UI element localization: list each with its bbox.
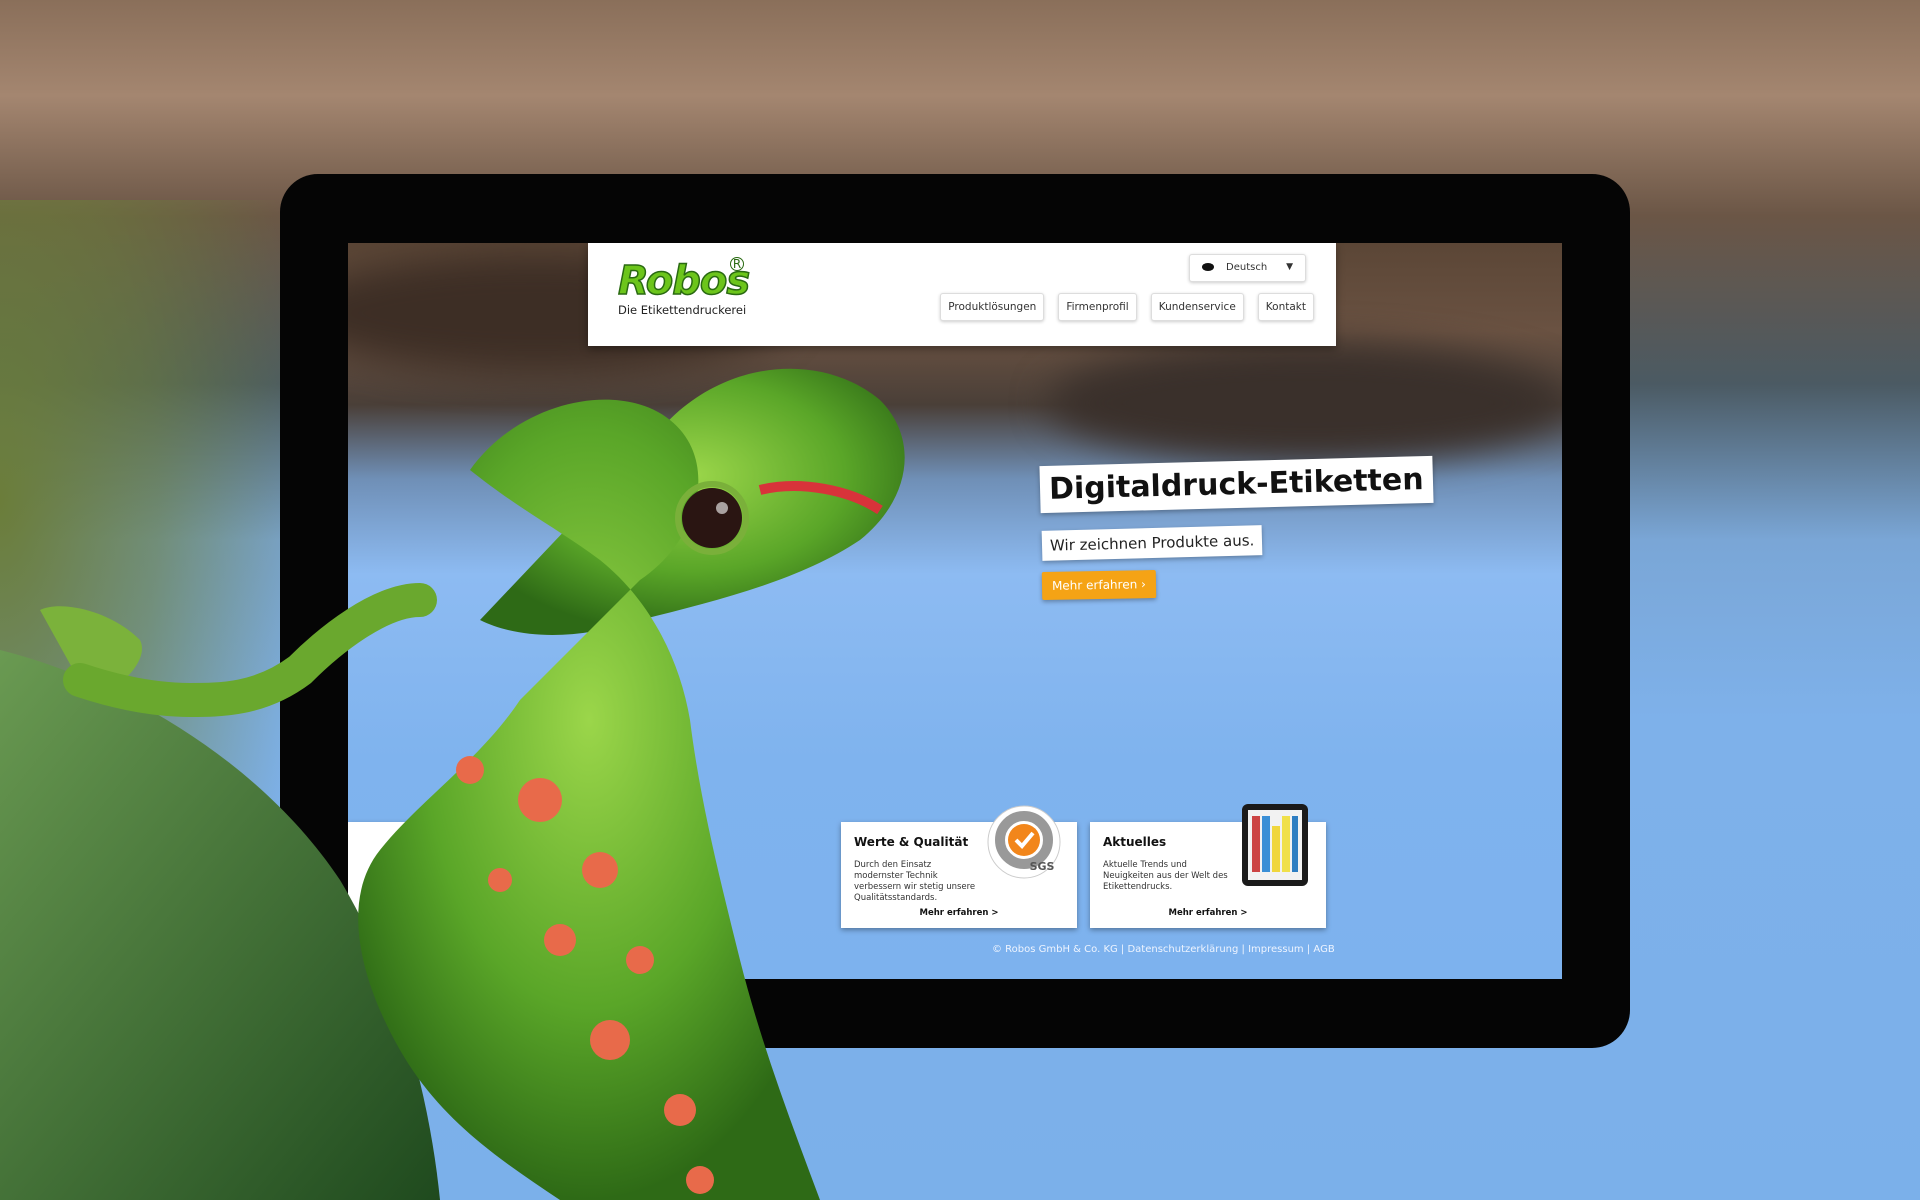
logo-tagline: Die Etikettendruckerei (618, 303, 747, 317)
card-more-link[interactable]: Mehr erfahren > (1090, 908, 1326, 918)
card-text: Aktuelle Trends und Neuigkeiten aus der … (1103, 860, 1228, 892)
site-footer: © Robos GmbH & Co. KG | Datenschutzerklä… (992, 944, 1335, 955)
card-loesungen[interactable]: ungen VOLVO (348, 802, 693, 928)
hero-subtitle: Wir zeichnen Produkte aus. (1041, 525, 1263, 561)
hero-more-button[interactable]: Mehr erfahren › (1041, 570, 1157, 600)
svg-text:VOLVO: VOLVO (517, 844, 544, 853)
registered-mark: R (730, 257, 744, 271)
sgs-seal-icon: SGS (986, 804, 1062, 880)
language-label: Deutsch (1226, 262, 1268, 273)
caret-down-icon: ▼ (1286, 262, 1293, 272)
hero-title: Digitaldruck-Etiketten (1039, 455, 1434, 514)
battery-product-icon: VOLVO (498, 800, 564, 880)
flag-icon (1202, 263, 1214, 271)
card-more-link[interactable]: Mehr erfahren > (841, 908, 1077, 918)
nav-firmenprofil[interactable]: Firmenprofil (1058, 293, 1137, 321)
website-screen: Robos R Die Etikettendruckerei Deutsch ▼… (348, 243, 1562, 979)
blurred-branch (1048, 343, 1562, 463)
card-aktuelles[interactable]: Aktuelles Aktuelle Trends und Neuigkeite… (1090, 804, 1326, 928)
robos-logo[interactable]: Robos R Die Etikettendruckerei (617, 257, 751, 317)
main-nav: Produktlösungen Firmenprofil Kundenservi… (940, 293, 1314, 321)
card-text: Durch den Einsatz modernster Technik ver… (854, 860, 976, 903)
site-header: Robos R Die Etikettendruckerei Deutsch ▼… (588, 243, 1336, 346)
nav-kontakt[interactable]: Kontakt (1257, 293, 1314, 321)
card-werte-qualitaet[interactable]: Werte & Qualität Durch den Einsatz moder… (841, 805, 1077, 928)
card-title: Werte & Qualität (854, 835, 969, 849)
language-select[interactable]: Deutsch ▼ (1189, 254, 1306, 282)
tablet-icon (1240, 802, 1310, 888)
nav-produktloesungen[interactable]: Produktlösungen (940, 293, 1045, 321)
background-foliage (0, 200, 320, 1200)
card-title: Aktuelles (1103, 835, 1167, 849)
svg-text:SGS: SGS (1030, 860, 1055, 873)
nav-kundenservice[interactable]: Kundenservice (1150, 293, 1244, 321)
card-title: ungen (651, 835, 694, 849)
logo-wordmark: Robos (617, 258, 751, 304)
